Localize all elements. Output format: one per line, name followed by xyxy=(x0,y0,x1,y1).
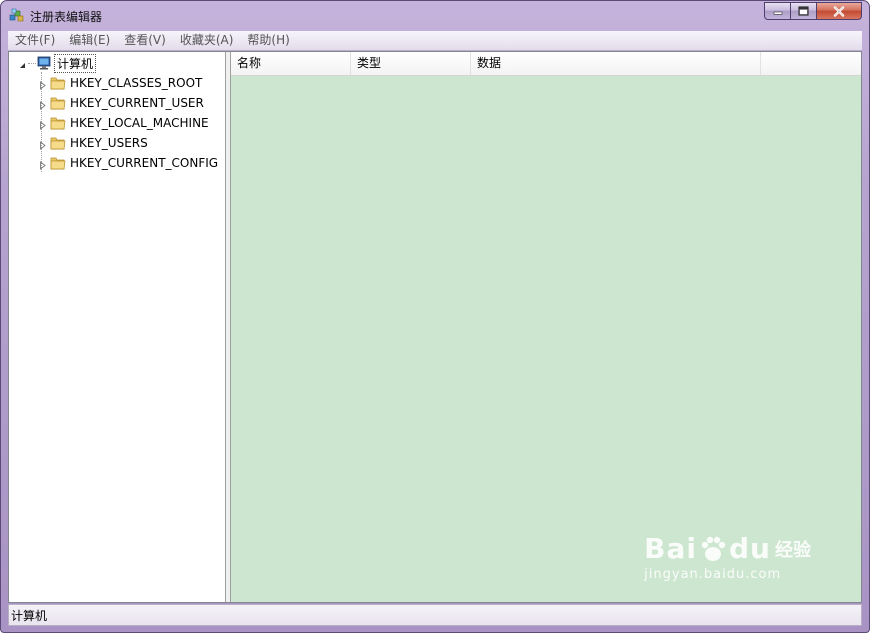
tree-connector xyxy=(28,62,36,64)
expand-arrow-icon[interactable] xyxy=(38,99,47,110)
expand-arrow-icon[interactable] xyxy=(38,139,47,150)
tree-item-hkey-current-user[interactable]: HKEY_CURRENT_USER xyxy=(38,93,204,113)
menu-view[interactable]: 查看(V) xyxy=(117,31,173,50)
tree-hive-label: HKEY_CLASSES_ROOT xyxy=(70,76,203,90)
close-button[interactable] xyxy=(817,2,862,20)
folder-icon xyxy=(50,95,66,111)
column-header-type[interactable]: 类型 xyxy=(351,52,471,75)
maximize-button[interactable] xyxy=(791,2,817,20)
column-header-filler xyxy=(761,52,861,75)
tree-hive-label: HKEY_CURRENT_USER xyxy=(70,96,204,110)
window-title: 注册表编辑器 xyxy=(30,10,103,24)
caption-buttons xyxy=(764,2,862,21)
tree-item-hkey-classes-root[interactable]: HKEY_CLASSES_ROOT xyxy=(38,73,202,93)
expand-arrow-icon[interactable] xyxy=(38,119,47,130)
tree-item-hkey-current-config[interactable]: HKEY_CURRENT_CONFIG xyxy=(38,153,218,173)
folder-icon xyxy=(50,75,66,91)
key-tree-pane[interactable]: 计算机 HKEY_CLASSES_ROOT HKEY_CURRENT_USER … xyxy=(9,52,226,602)
menu-bar: 文件(F) 编辑(E) 查看(V) 收藏夹(A) 帮助(H) xyxy=(8,31,862,51)
expand-arrow-icon[interactable] xyxy=(38,79,47,90)
expand-arrow-icon[interactable] xyxy=(38,159,47,170)
status-path: 计算机 xyxy=(11,608,48,623)
tree-hive-label: HKEY_CURRENT_CONFIG xyxy=(70,156,219,170)
tree-root-label: 计算机 xyxy=(54,53,97,73)
watermark-brand-suffix: du xyxy=(729,532,771,565)
registry-editor-window: 注册表编辑器 文件(F) 编辑(E) 查看(V) 收藏夹(A) 帮助(H) 计算… xyxy=(0,0,870,633)
minimize-icon xyxy=(773,11,782,15)
title-bar[interactable]: 注册表编辑器 xyxy=(1,1,869,31)
menu-file[interactable]: 文件(F) xyxy=(8,31,62,50)
tree-item-hkey-local-machine[interactable]: HKEY_LOCAL_MACHINE xyxy=(38,113,209,133)
tree-hive-label: HKEY_LOCAL_MACHINE xyxy=(70,116,209,130)
folder-icon xyxy=(50,115,66,131)
tree-item-computer[interactable]: 计算机 xyxy=(18,53,97,73)
maximize-icon xyxy=(798,6,809,16)
baidu-jingyan-watermark: Bai du 经验 jingyan.baidu.com xyxy=(644,532,811,582)
menu-favorites[interactable]: 收藏夹(A) xyxy=(173,31,241,50)
tree-item-hkey-users[interactable]: HKEY_USERS xyxy=(38,133,148,153)
watermark-url: jingyan.baidu.com xyxy=(644,567,782,582)
collapse-arrow-icon[interactable] xyxy=(18,59,27,68)
values-list-pane[interactable]: 名称 类型 数据 Bai du 经验 jingyan.baidu.com xyxy=(230,52,861,602)
watermark-brand-cn: 经验 xyxy=(775,539,811,561)
folder-icon xyxy=(50,135,66,151)
list-header: 名称 类型 数据 xyxy=(231,52,861,76)
computer-icon xyxy=(36,55,52,71)
menu-edit[interactable]: 编辑(E) xyxy=(62,31,117,50)
column-header-name[interactable]: 名称 xyxy=(231,52,351,75)
status-bar: 计算机 xyxy=(8,604,862,626)
menu-help[interactable]: 帮助(H) xyxy=(240,31,296,50)
registry-editor-icon xyxy=(9,7,25,23)
folder-icon xyxy=(50,155,66,171)
paw-logo-icon xyxy=(698,534,728,564)
minimize-button[interactable] xyxy=(764,2,791,20)
column-header-data[interactable]: 数据 xyxy=(471,52,761,75)
watermark-brand-prefix: Bai xyxy=(644,532,698,565)
tree-hive-label: HKEY_USERS xyxy=(70,136,148,150)
main-content: 计算机 HKEY_CLASSES_ROOT HKEY_CURRENT_USER … xyxy=(8,51,862,603)
close-icon xyxy=(833,5,845,17)
